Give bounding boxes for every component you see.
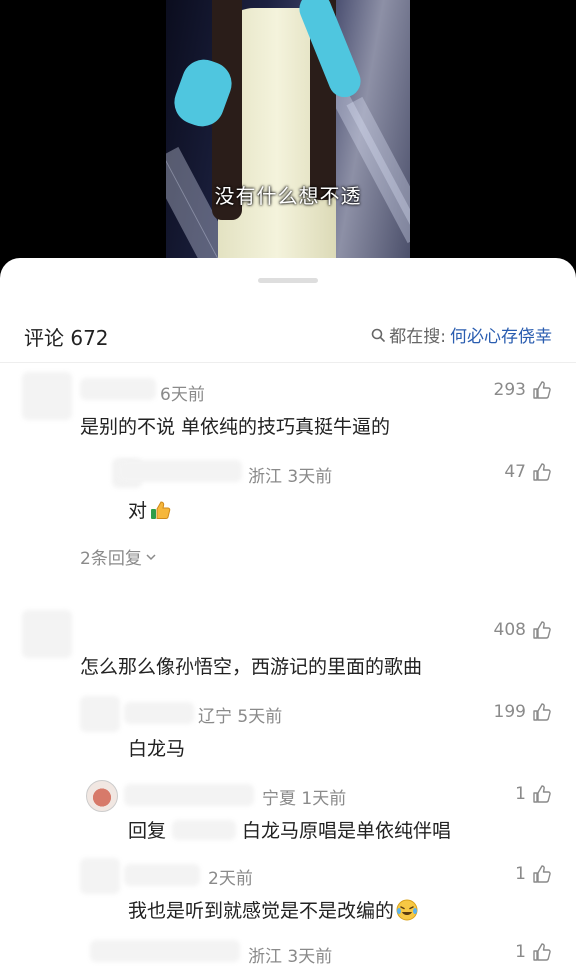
- thumbs-up-icon: [533, 703, 551, 721]
- avatar[interactable]: [86, 780, 118, 812]
- comment-text: 回复 白龙马原唱是单依纯伴唱: [128, 816, 451, 843]
- search-prefix: 都在搜:: [389, 327, 446, 347]
- reply-item[interactable]: 浙江 3天前 1: [0, 938, 576, 972]
- comment-text-content: 对: [128, 500, 148, 522]
- search-keyword-link[interactable]: 何必心存侥幸: [450, 322, 552, 347]
- like-count: 293: [493, 380, 526, 400]
- reply-item[interactable]: 浙江 3天前 47 对: [0, 452, 576, 532]
- username[interactable]: [90, 940, 240, 962]
- comment-meta: 辽宁 5天前: [198, 707, 283, 727]
- comment-text: 怎么那么像孙悟空，西游记的里面的歌曲: [80, 656, 423, 678]
- chevron-down-icon: [146, 553, 156, 560]
- like-count: 408: [493, 620, 526, 640]
- video-subtitle: 没有什么想不透: [214, 184, 362, 208]
- comment-text: 我也是听到就感觉是不是改编的: [128, 896, 418, 923]
- avatar[interactable]: [80, 858, 120, 894]
- reply-item[interactable]: 2天前 1 我也是听到就感觉是不是改编的: [0, 858, 576, 938]
- like-count: 47: [504, 462, 526, 482]
- like-button[interactable]: 293: [494, 380, 552, 400]
- like-count: 1: [515, 784, 526, 804]
- thumbs-up-icon: [533, 381, 551, 399]
- laughing-crying-emoji-icon: [396, 899, 418, 920]
- like-button[interactable]: 47: [504, 462, 552, 482]
- comment-meta: 6天前: [160, 385, 205, 405]
- thumbs-up-emoji-icon: [151, 500, 171, 519]
- username[interactable]: [124, 702, 194, 724]
- comment-text-content: 我也是听到就感觉是不是改编的: [128, 900, 395, 922]
- comment-text: 是别的不说 单依纯的技巧真挺牛逼的: [80, 416, 391, 438]
- comment-item[interactable]: 408 怎么那么像孙悟空，西游记的里面的歌曲: [0, 610, 576, 690]
- reply-item[interactable]: 宁夏 1天前 1 回复 白龙马原唱是单依纯伴唱: [0, 776, 576, 858]
- comment-sheet[interactable]: 评论 672 都在搜: 何必心存侥幸 6天前 293 是别的不说 单依纯的技巧真…: [0, 258, 576, 972]
- thumbs-up-icon: [533, 785, 551, 803]
- like-button[interactable]: 1: [515, 784, 552, 804]
- reply-prefix: 回复: [128, 820, 167, 842]
- drag-handle[interactable]: [258, 278, 318, 283]
- related-search[interactable]: 都在搜: 何必心存侥幸: [371, 322, 552, 347]
- thumbs-up-icon: [533, 865, 551, 883]
- avatar[interactable]: [22, 372, 72, 420]
- comment-count-title: 评论 672: [24, 326, 109, 350]
- comment-meta: 浙江 3天前: [248, 947, 333, 967]
- comment-text: 白龙马: [128, 738, 186, 760]
- comment-meta: 2天前: [208, 869, 253, 889]
- thumbs-up-icon: [533, 463, 551, 481]
- comment-meta: 浙江 3天前: [248, 467, 333, 487]
- expand-replies-button[interactable]: 2条回复: [80, 544, 157, 569]
- search-icon: [371, 328, 386, 342]
- comment-text-content: 白龙马原唱是单依纯伴唱: [242, 820, 452, 842]
- mentioned-username[interactable]: [172, 819, 237, 840]
- comment-text: 对: [128, 496, 171, 523]
- username[interactable]: [118, 460, 242, 482]
- username[interactable]: [124, 864, 200, 886]
- video-frame[interactable]: 没有什么想不透: [166, 0, 410, 262]
- username[interactable]: [124, 784, 254, 806]
- like-button[interactable]: 1: [515, 942, 552, 962]
- like-button[interactable]: 408: [494, 620, 552, 640]
- comment-meta: 宁夏 1天前: [262, 789, 347, 809]
- like-button[interactable]: 199: [494, 702, 552, 722]
- avatar[interactable]: [80, 696, 120, 732]
- video-player[interactable]: 没有什么想不透: [0, 0, 576, 290]
- avatar[interactable]: [22, 610, 72, 658]
- thumbs-up-icon: [533, 943, 551, 961]
- expand-replies-label: 2条回复: [80, 549, 142, 569]
- like-count: 1: [515, 942, 526, 962]
- comments-header: 评论 672 都在搜: 何必心存侥幸: [0, 316, 576, 356]
- reply-item[interactable]: 辽宁 5天前 199 白龙马: [0, 696, 576, 776]
- like-button[interactable]: 1: [515, 864, 552, 884]
- username[interactable]: [80, 378, 156, 400]
- thumbs-up-icon: [533, 621, 551, 639]
- like-count: 199: [493, 702, 526, 722]
- divider: [0, 362, 576, 363]
- like-count: 1: [515, 864, 526, 884]
- comment-item[interactable]: 6天前 293 是别的不说 单依纯的技巧真挺牛逼的: [0, 368, 576, 458]
